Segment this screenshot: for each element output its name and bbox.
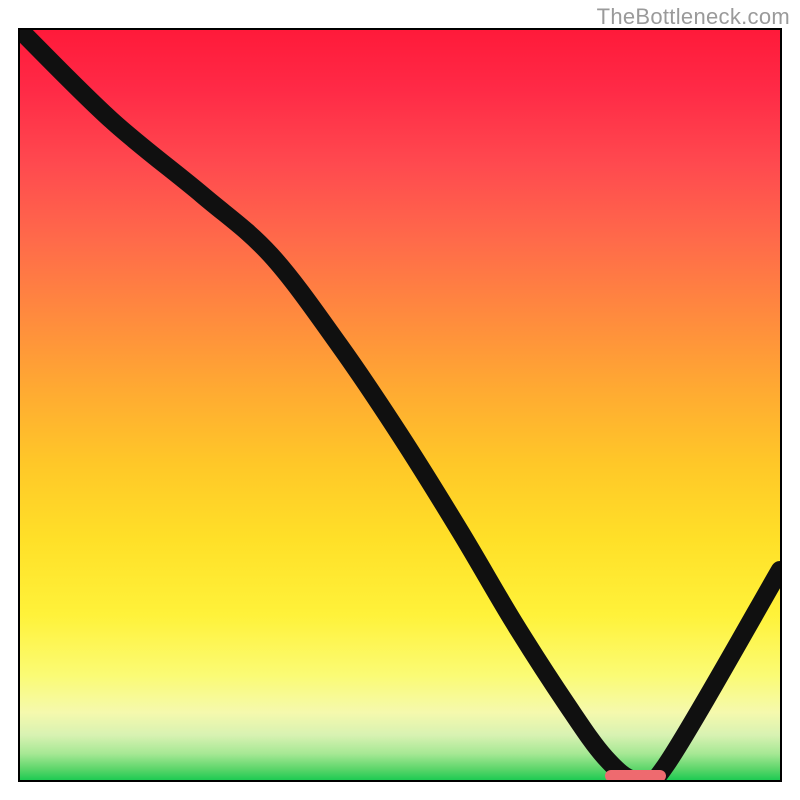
bottleneck-curve bbox=[20, 30, 780, 780]
plot-area bbox=[18, 28, 782, 782]
optimal-range-marker bbox=[605, 770, 666, 782]
curve-path bbox=[20, 30, 780, 780]
watermark-text: TheBottleneck.com bbox=[597, 4, 790, 30]
bottleneck-chart: TheBottleneck.com bbox=[0, 0, 800, 800]
